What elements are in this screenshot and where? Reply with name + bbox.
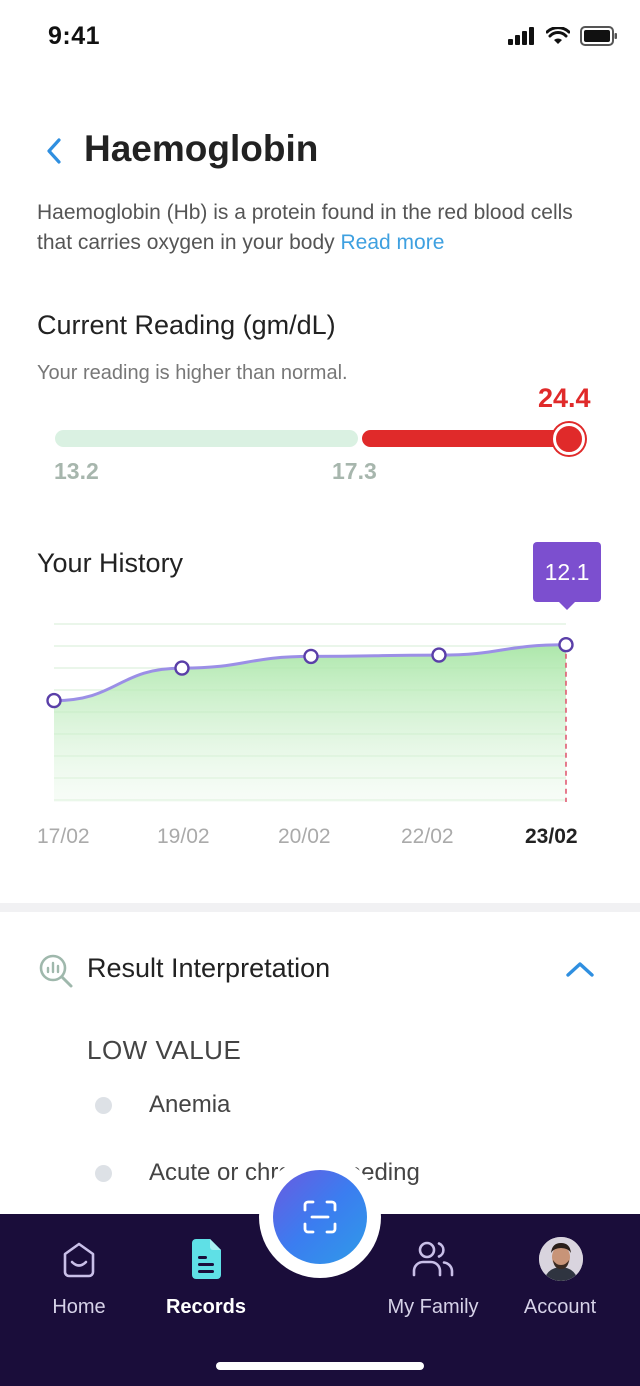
current-reading-title: Current Reading (gm/dL): [37, 310, 336, 340]
read-more-link[interactable]: Read more: [341, 231, 445, 254]
battery-icon: [580, 26, 617, 46]
nav-label-home: Home: [52, 1296, 106, 1318]
low-value-title: LOW VALUE: [87, 1035, 242, 1065]
chevron-left-icon: [47, 138, 61, 164]
home-icon: [63, 1242, 95, 1278]
nav-label-my-family: My Family: [387, 1296, 479, 1318]
section-divider: [0, 903, 640, 912]
bullet-dot: [95, 1165, 112, 1182]
status-icons: [508, 24, 618, 48]
status-time: 9:41: [48, 22, 101, 50]
signal-icon: [508, 27, 534, 45]
x-label-22-02: 22/02: [401, 825, 454, 848]
high-range-bar: [362, 430, 570, 447]
chevron-up-icon: [566, 962, 594, 977]
back-button[interactable]: [40, 136, 70, 166]
list-item: Anemia: [149, 1091, 231, 1118]
nav-item-home[interactable]: [24, 1236, 134, 1336]
x-label-20-02: 20/02: [278, 825, 331, 848]
chart-point-20-02[interactable]: [303, 648, 319, 665]
records-icon: [192, 1239, 221, 1279]
collapse-button[interactable]: [564, 956, 596, 987]
nav-item-records[interactable]: [151, 1236, 261, 1336]
current-reading-subtitle: Your reading is higher than normal.: [37, 362, 348, 384]
result-interpretation-title: Result Interpretation: [87, 953, 331, 983]
nav-label-records: Records: [165, 1296, 247, 1318]
chart-point-19-02[interactable]: [174, 660, 190, 676]
scan-icon: [303, 1200, 337, 1234]
nav-item-my-family[interactable]: [378, 1236, 488, 1336]
current-reading-value: 24.4: [538, 383, 591, 413]
page-title: Haemoglobin: [84, 128, 319, 169]
x-label-19-02: 19/02: [157, 825, 210, 848]
wifi-icon: [546, 27, 570, 44]
scan-button[interactable]: [273, 1170, 367, 1264]
range-high-label: 17.3: [332, 458, 377, 484]
home-indicator: [216, 1362, 424, 1370]
x-label-23-02[interactable]: 23/02: [525, 825, 578, 849]
magnify-chart-icon: [39, 954, 73, 988]
chart-point-22-02[interactable]: [431, 647, 447, 663]
nav-item-account[interactable]: [505, 1234, 615, 1334]
bullet-dot: [95, 1097, 112, 1114]
x-label-17-02: 17/02: [37, 825, 90, 848]
chart-tooltip: 12.1: [533, 542, 601, 610]
chart-point-17-02[interactable]: [46, 692, 62, 709]
avatar: [539, 1237, 583, 1281]
range-low-label: 13.2: [54, 458, 99, 484]
history-title: Your History: [37, 548, 184, 578]
normal-range-bar: [55, 430, 358, 447]
reading-marker: [553, 423, 585, 455]
result-interpretation-header[interactable]: [38, 953, 74, 994]
description: Haemoglobin (Hb) is a protein found in t…: [37, 198, 603, 258]
chart-point-23-02[interactable]: [558, 637, 574, 653]
description-text: Haemoglobin (Hb) is a protein found in t…: [37, 201, 573, 254]
family-icon: [412, 1241, 454, 1277]
nav-label-account: Account: [523, 1296, 597, 1318]
history-chart: [46, 623, 574, 802]
